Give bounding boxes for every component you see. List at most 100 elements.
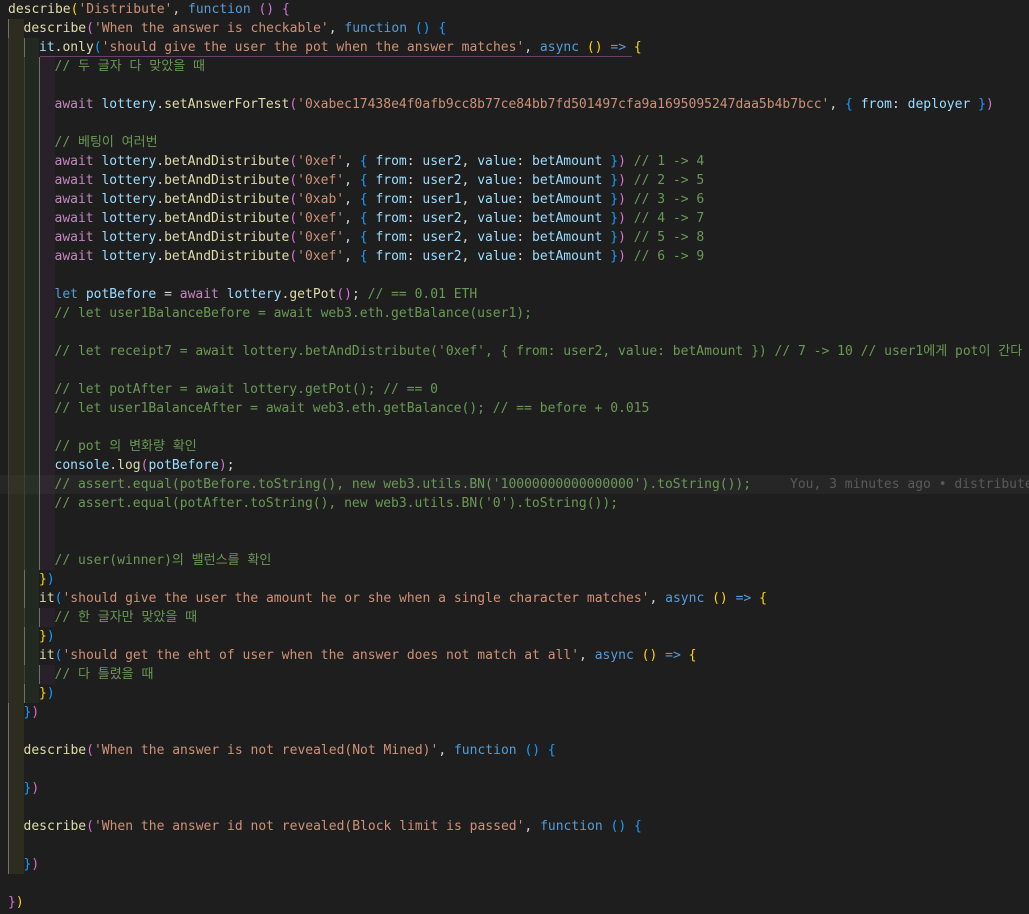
code-text[interactable]: await lottery.betAndDistribute('0xab', {… — [55, 190, 705, 209]
code-line[interactable] — [0, 361, 1029, 380]
code-text[interactable]: await lottery.betAndDistribute('0xef', {… — [55, 209, 705, 228]
code-token: { — [359, 211, 368, 226]
code-line[interactable]: await lottery.betAndDistribute('0xef', {… — [0, 171, 1029, 190]
code-text[interactable]: // 다 틀렸을 때 — [55, 665, 154, 684]
code-line[interactable] — [0, 513, 1029, 532]
code-text[interactable]: // 베팅이 여러번 — [55, 133, 158, 152]
code-text[interactable]: let potBefore = await lottery.getPot(); … — [55, 285, 478, 304]
code-line[interactable]: // pot 의 변화량 확인 — [0, 437, 1029, 456]
code-text[interactable]: // let user1BalanceAfter = await web3.et… — [55, 399, 650, 418]
indent-band — [8, 380, 24, 399]
code-token: 'When the answer is checkable' — [93, 21, 329, 36]
code-line[interactable]: await lottery.setAnswerForTest('0xabec17… — [0, 95, 1029, 114]
code-text[interactable]: // pot 의 변화량 확인 — [55, 437, 197, 456]
code-text[interactable]: // assert.equal(potBefore.toString(), ne… — [55, 475, 752, 494]
code-text[interactable]: describe('Distribute', function () { — [8, 0, 290, 19]
code-line[interactable]: }) — [0, 684, 1029, 703]
code-text[interactable]: // let potAfter = await lottery.getPot()… — [55, 380, 439, 399]
code-text[interactable]: }) — [24, 703, 40, 722]
code-line[interactable]: // let receipt7 = await lottery.betAndDi… — [0, 342, 1029, 361]
code-line[interactable]: it('should give the user the amount he o… — [0, 589, 1029, 608]
code-text[interactable]: it('should give the user the amount he o… — [39, 589, 767, 608]
code-text[interactable]: console.log(potBefore); — [55, 456, 235, 475]
code-line[interactable] — [0, 836, 1029, 855]
code-text[interactable]: await lottery.betAndDistribute('0xef', {… — [55, 152, 705, 171]
code-line[interactable] — [0, 722, 1029, 741]
indent-guide — [8, 152, 9, 171]
code-text[interactable]: }) — [39, 684, 55, 703]
code-line[interactable] — [0, 798, 1029, 817]
code-lines[interactable]: describe('Distribute', function () {desc… — [0, 0, 1029, 912]
code-line[interactable]: await lottery.betAndDistribute('0xef', {… — [0, 247, 1029, 266]
code-text[interactable]: }) — [39, 627, 55, 646]
indent-guide — [39, 532, 40, 551]
code-line[interactable]: it('should get the eht of user when the … — [0, 646, 1029, 665]
indent-guide — [8, 38, 9, 57]
indent-band — [23, 437, 39, 456]
code-text[interactable]: await lottery.betAndDistribute('0xef', {… — [55, 247, 705, 266]
code-text[interactable]: await lottery.setAnswerForTest('0xabec17… — [55, 95, 994, 114]
code-line[interactable]: }) — [0, 893, 1029, 912]
code-line[interactable] — [0, 874, 1029, 893]
code-line[interactable] — [0, 760, 1029, 779]
code-line[interactable]: describe('When the answer is not reveale… — [0, 741, 1029, 760]
code-text[interactable]: // 두 글자 다 맞았을 때 — [55, 57, 205, 76]
code-line[interactable] — [0, 532, 1029, 551]
code-token: // pot 의 변화량 확인 — [54, 439, 197, 454]
code-line[interactable]: console.log(potBefore); — [0, 456, 1029, 475]
code-text[interactable]: describe('When the answer is checkable',… — [24, 19, 447, 38]
code-line[interactable]: // 다 틀렸을 때 — [0, 665, 1029, 684]
indent-guide — [8, 532, 9, 551]
code-text[interactable]: describe('When the answer id not reveale… — [24, 817, 642, 836]
code-line[interactable]: describe('When the answer is checkable',… — [0, 19, 1029, 38]
code-editor[interactable]: describe('Distribute', function () {desc… — [0, 0, 1029, 914]
code-line[interactable]: // 베팅이 여러번 — [0, 133, 1029, 152]
code-line[interactable]: // let user1BalanceBefore = await web3.e… — [0, 304, 1029, 323]
code-token: () — [610, 819, 627, 834]
code-line[interactable]: }) — [0, 703, 1029, 722]
code-line[interactable] — [0, 418, 1029, 437]
code-line[interactable]: // assert.equal(potBefore.toString(), ne… — [0, 475, 1029, 494]
code-line[interactable]: await lottery.betAndDistribute('0xef', {… — [0, 228, 1029, 247]
code-text[interactable]: it.only('should give the user the pot wh… — [39, 38, 642, 57]
code-line[interactable]: // 두 글자 다 맞았을 때 — [0, 57, 1029, 76]
code-token: { — [281, 2, 290, 17]
code-line[interactable]: await lottery.betAndDistribute('0xef', {… — [0, 152, 1029, 171]
code-text[interactable]: it('should get the eht of user when the … — [39, 646, 696, 665]
code-token: } — [39, 572, 47, 587]
code-token: ) — [46, 572, 55, 587]
code-line[interactable]: // assert.equal(potAfter.toString(), new… — [0, 494, 1029, 513]
code-line[interactable]: await lottery.betAndDistribute('0xab', {… — [0, 190, 1029, 209]
indent-band — [8, 703, 24, 722]
code-line[interactable]: let potBefore = await lottery.getPot(); … — [0, 285, 1029, 304]
code-text[interactable]: }) — [24, 855, 40, 874]
code-line[interactable]: }) — [0, 855, 1029, 874]
code-token: user1 — [422, 192, 462, 207]
code-line[interactable]: // let potAfter = await lottery.getPot()… — [0, 380, 1029, 399]
code-line[interactable]: it.only('should give the user the pot wh… — [0, 38, 1029, 57]
code-text[interactable]: describe('When the answer is not reveale… — [24, 741, 556, 760]
code-line[interactable]: // let user1BalanceAfter = await web3.et… — [0, 399, 1029, 418]
code-line[interactable] — [0, 76, 1029, 95]
code-line[interactable]: describe('When the answer id not reveale… — [0, 817, 1029, 836]
code-text[interactable]: // 한 글자만 맞았을 때 — [55, 608, 198, 627]
code-line[interactable]: }) — [0, 570, 1029, 589]
code-line[interactable]: describe('Distribute', function () { — [0, 0, 1029, 19]
code-line[interactable]: await lottery.betAndDistribute('0xef', {… — [0, 209, 1029, 228]
code-line[interactable]: }) — [0, 627, 1029, 646]
code-text[interactable]: await lottery.betAndDistribute('0xef', {… — [55, 228, 705, 247]
code-line[interactable]: }) — [0, 779, 1029, 798]
code-line[interactable]: // 한 글자만 맞았을 때 — [0, 608, 1029, 627]
code-line[interactable] — [0, 266, 1029, 285]
code-line[interactable]: // user(winner)의 밸런스를 확인 — [0, 551, 1029, 570]
code-text[interactable]: // let user1BalanceBefore = await web3.e… — [55, 304, 532, 323]
code-text[interactable]: // user(winner)의 밸런스를 확인 — [55, 551, 272, 570]
code-text[interactable]: }) — [39, 570, 55, 589]
code-line[interactable] — [0, 323, 1029, 342]
code-text[interactable]: }) — [8, 893, 24, 912]
code-text[interactable]: }) — [24, 779, 40, 798]
code-text[interactable]: await lottery.betAndDistribute('0xef', {… — [55, 171, 705, 190]
code-text[interactable]: // let receipt7 = await lottery.betAndDi… — [55, 342, 1023, 361]
code-text[interactable]: // assert.equal(potAfter.toString(), new… — [55, 494, 619, 513]
code-line[interactable] — [0, 114, 1029, 133]
